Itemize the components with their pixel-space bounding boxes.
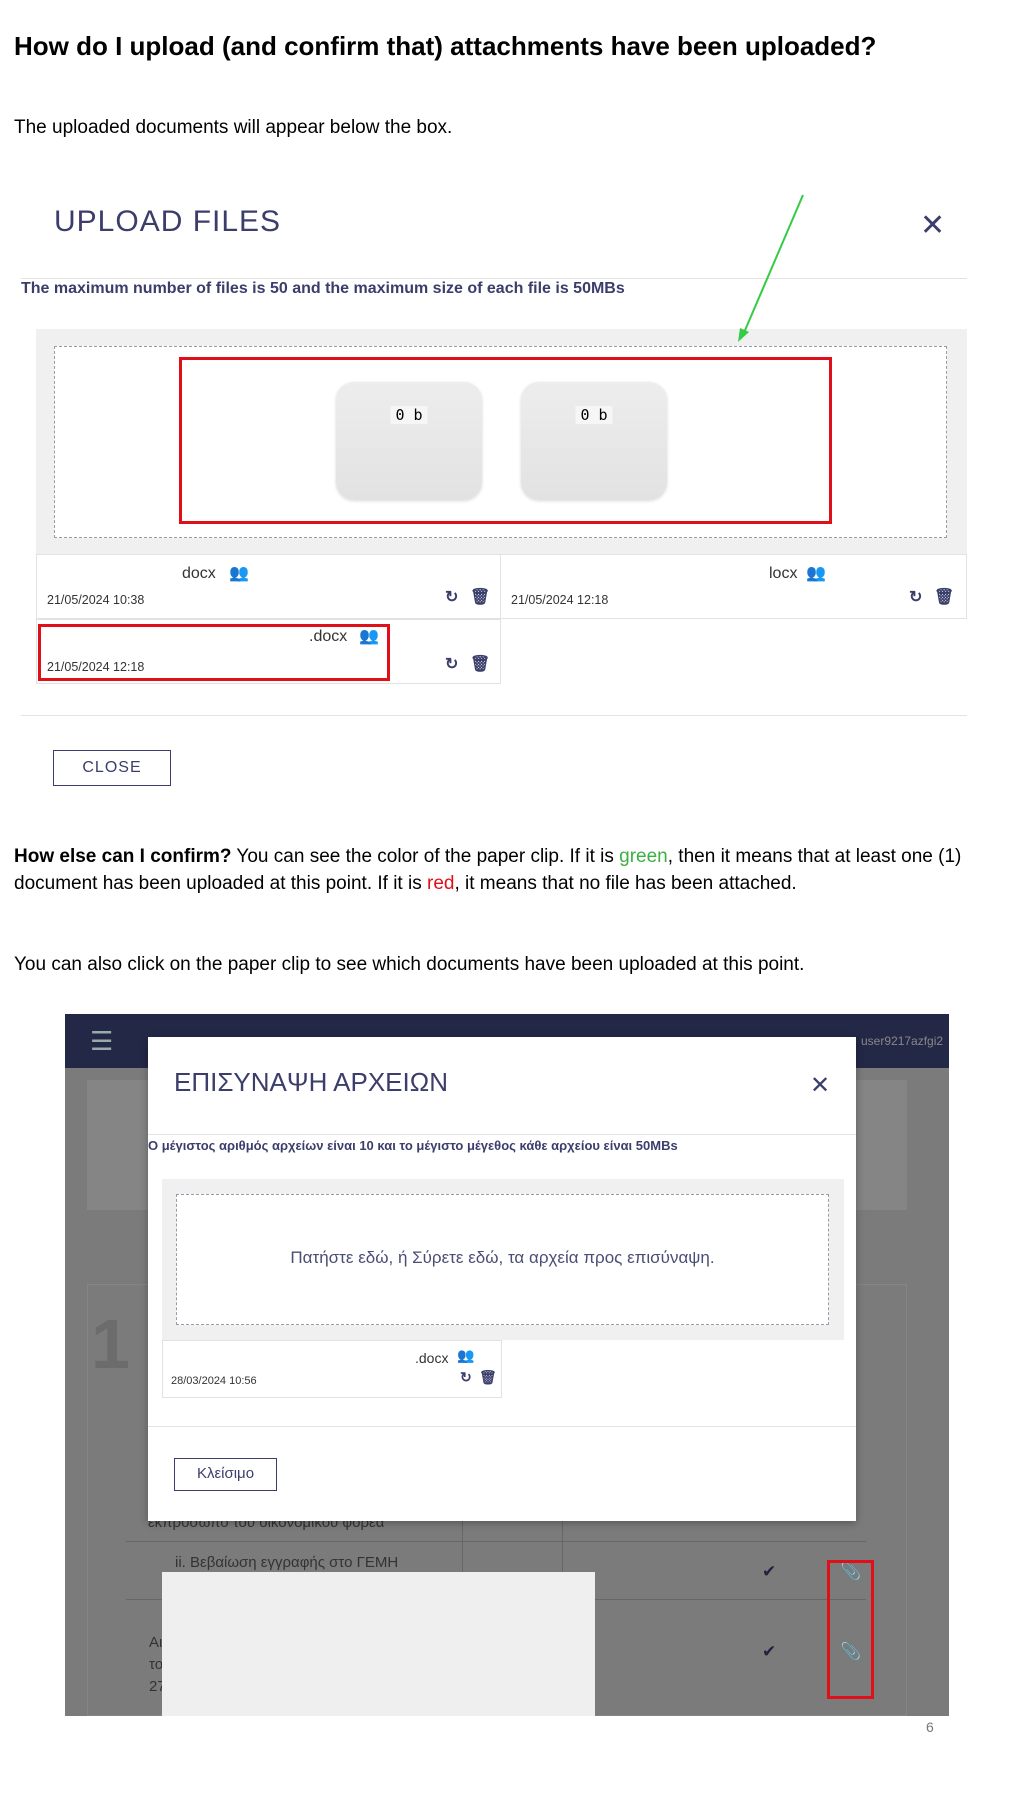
file-card[interactable]: .docx 👥 28/03/2024 10:56 ↻ 🗑 [162, 1340, 502, 1398]
check-icon: ✔ [762, 1642, 777, 1661]
divider [148, 1134, 856, 1135]
modal-title: ΕΠΙΣΥΝΑΨΗ ΑΡΧΕΙΩΝ [174, 1067, 448, 1097]
close-button[interactable]: Κλείσιμο [174, 1458, 277, 1491]
redacted-area [162, 1572, 595, 1716]
users-icon: 👥 [806, 565, 826, 582]
divider [148, 1426, 856, 1427]
app-screenshot: ☰ user9217azfgi2 1 εκπροσωπο του οικονομ… [65, 1014, 949, 1716]
limit-text: Ο μέγιστος αριθμός αρχείων είναι 10 και … [148, 1138, 678, 1153]
dropzone-text: Πατήστε εδώ, ή Σύρετε εδώ, τα αρχεία προ… [290, 1248, 715, 1267]
trash-icon[interactable]: 🗑 [479, 1369, 497, 1386]
refresh-icon[interactable]: ↻ [909, 587, 922, 607]
close-icon[interactable]: ✕ [810, 1071, 830, 1100]
refresh-icon[interactable]: ↻ [445, 654, 458, 674]
close-button[interactable]: CLOSE [53, 750, 171, 786]
trash-icon[interactable]: 🗑 [934, 587, 954, 607]
attach-modal: ΕΠΙΣΥΝΑΨΗ ΑΡΧΕΙΩΝ ✕ Ο μέγιστος αριθμός α… [148, 1037, 856, 1521]
page-number: 6 [926, 1719, 934, 1735]
highlight-box [827, 1560, 874, 1699]
trash-icon[interactable]: 🗑 [470, 654, 490, 674]
refresh-icon[interactable]: ↻ [445, 587, 458, 607]
refresh-icon[interactable]: ↻ [460, 1369, 472, 1386]
highlight-box [38, 624, 390, 681]
click-text: You can also click on the paper clip to … [14, 954, 805, 975]
trash-icon[interactable]: 🗑 [470, 587, 490, 607]
divider [21, 278, 967, 279]
page-heading: How do I upload (and confirm that) attac… [14, 31, 877, 61]
close-icon[interactable]: ✕ [920, 208, 945, 243]
users-icon: 👥 [457, 1347, 475, 1363]
row-divider [126, 1541, 866, 1542]
row-text: ii. Βεβαίωση εγγραφής στο ΓΕΜΗ [175, 1554, 399, 1571]
intro-text: The uploaded documents will appear below… [14, 117, 453, 138]
green-arrow [738, 194, 804, 342]
file-card[interactable]: locx 👥 21/05/2024 12:18 ↻ 🗑 [501, 554, 967, 619]
highlight-box [179, 357, 832, 524]
users-icon: 👥 [229, 565, 249, 582]
file-card[interactable]: docx 👥 21/05/2024 10:38 ↻ 🗑 [36, 554, 501, 619]
menu-icon[interactable]: ☰ [90, 1026, 113, 1057]
upload-modal-title: UPLOAD FILES [54, 205, 282, 238]
row-text: Αι το 27 [149, 1634, 166, 1695]
dropzone[interactable]: Πατήστε εδώ, ή Σύρετε εδώ, τα αρχεία προ… [176, 1194, 829, 1325]
confirm-paragraph: How else can I confirm? You can see the … [14, 846, 962, 894]
divider [21, 715, 967, 716]
check-icon: ✔ [762, 1562, 777, 1581]
upload-limit-text: The maximum number of files is 50 and th… [21, 280, 625, 297]
user-name: user9217azfgi2 [861, 1034, 944, 1048]
